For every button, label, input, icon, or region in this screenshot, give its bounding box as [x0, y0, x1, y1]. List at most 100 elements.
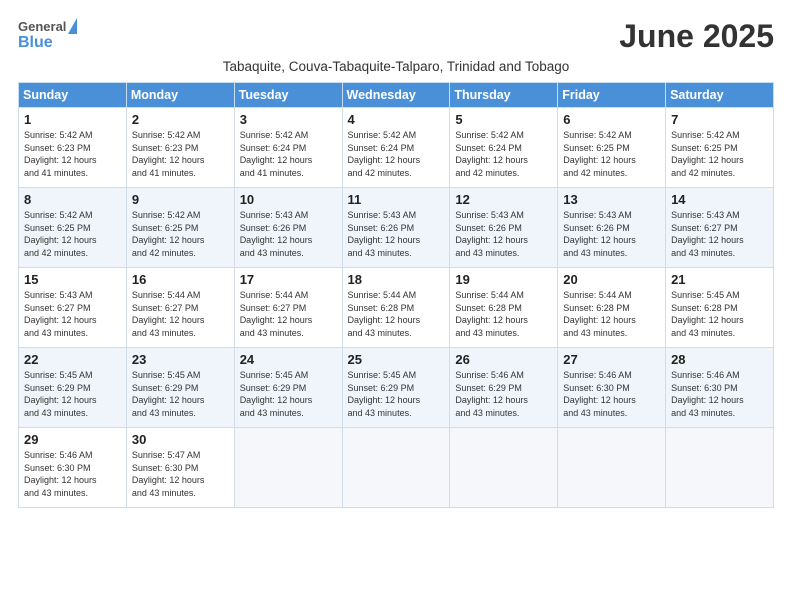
month-title: June 2025 [619, 18, 774, 55]
table-row: 6 Sunrise: 5:42 AM Sunset: 6:25 PM Daylig… [558, 108, 666, 188]
day-number: 25 [348, 352, 445, 367]
col-friday: Friday [558, 83, 666, 108]
table-row: 17 Sunrise: 5:44 AM Sunset: 6:27 PM Dayli… [234, 268, 342, 348]
day-number: 14 [671, 192, 768, 207]
table-row [234, 428, 342, 508]
col-monday: Monday [126, 83, 234, 108]
cell-text: Sunrise: 5:43 AM Sunset: 6:26 PM Dayligh… [563, 209, 660, 259]
table-row: 14 Sunrise: 5:43 AM Sunset: 6:27 PM Dayli… [666, 188, 774, 268]
table-row: 1 Sunrise: 5:42 AM Sunset: 6:23 PM Daylig… [19, 108, 127, 188]
col-saturday: Saturday [666, 83, 774, 108]
header: General Blue June 2025 [18, 18, 774, 55]
col-sunday: Sunday [19, 83, 127, 108]
cell-text: Sunrise: 5:42 AM Sunset: 6:23 PM Dayligh… [24, 129, 121, 179]
cell-text: Sunrise: 5:44 AM Sunset: 6:28 PM Dayligh… [563, 289, 660, 339]
subtitle: Tabaquite, Couva-Tabaquite-Talparo, Trin… [18, 59, 774, 74]
day-number: 17 [240, 272, 337, 287]
table-row: 24Sunrise: 5:45 AM Sunset: 6:29 PM Dayli… [234, 348, 342, 428]
cell-text: Sunrise: 5:46 AM Sunset: 6:30 PM Dayligh… [563, 369, 660, 419]
logo-general: General [18, 19, 66, 34]
day-number: 6 [563, 112, 660, 127]
logo-triangle-icon [68, 18, 77, 34]
day-number: 5 [455, 112, 552, 127]
day-number: 22 [24, 352, 121, 367]
day-number: 10 [240, 192, 337, 207]
cell-text: Sunrise: 5:42 AM Sunset: 6:24 PM Dayligh… [348, 129, 445, 179]
table-row: 10 Sunrise: 5:43 AM Sunset: 6:26 PM Dayli… [234, 188, 342, 268]
day-number: 15 [24, 272, 121, 287]
table-row: 9 Sunrise: 5:42 AM Sunset: 6:25 PM Daylig… [126, 188, 234, 268]
day-number: 28 [671, 352, 768, 367]
calendar-week-row: 15Sunrise: 5:43 AM Sunset: 6:27 PM Dayli… [19, 268, 774, 348]
cell-text: Sunrise: 5:46 AM Sunset: 6:29 PM Dayligh… [455, 369, 552, 419]
table-row: 30Sunrise: 5:47 AM Sunset: 6:30 PM Dayli… [126, 428, 234, 508]
cell-text: Sunrise: 5:44 AM Sunset: 6:28 PM Dayligh… [455, 289, 552, 339]
day-number: 24 [240, 352, 337, 367]
col-tuesday: Tuesday [234, 83, 342, 108]
table-row [558, 428, 666, 508]
cell-text: Sunrise: 5:44 AM Sunset: 6:27 PM Dayligh… [240, 289, 337, 339]
cell-text: Sunrise: 5:45 AM Sunset: 6:29 PM Dayligh… [348, 369, 445, 419]
day-number: 16 [132, 272, 229, 287]
day-number: 29 [24, 432, 121, 447]
cell-text: Sunrise: 5:47 AM Sunset: 6:30 PM Dayligh… [132, 449, 229, 499]
table-row: 2 Sunrise: 5:42 AM Sunset: 6:23 PM Daylig… [126, 108, 234, 188]
table-row: 18 Sunrise: 5:44 AM Sunset: 6:28 PM Dayli… [342, 268, 450, 348]
day-number: 8 [24, 192, 121, 207]
cell-text: Sunrise: 5:46 AM Sunset: 6:30 PM Dayligh… [671, 369, 768, 419]
calendar: Sunday Monday Tuesday Wednesday Thursday… [18, 82, 774, 508]
table-row: 26Sunrise: 5:46 AM Sunset: 6:29 PM Dayli… [450, 348, 558, 428]
table-row: 28 Sunrise: 5:46 AM Sunset: 6:30 PM Dayli… [666, 348, 774, 428]
day-number: 19 [455, 272, 552, 287]
cell-text: Sunrise: 5:46 AM Sunset: 6:30 PM Dayligh… [24, 449, 121, 499]
cell-text: Sunrise: 5:43 AM Sunset: 6:26 PM Dayligh… [348, 209, 445, 259]
table-row: 15Sunrise: 5:43 AM Sunset: 6:27 PM Dayli… [19, 268, 127, 348]
day-number: 1 [24, 112, 121, 127]
cell-text: Sunrise: 5:43 AM Sunset: 6:27 PM Dayligh… [671, 209, 768, 259]
page: General Blue June 2025 Tabaquite, Couva-… [0, 0, 792, 612]
table-row [342, 428, 450, 508]
day-number: 3 [240, 112, 337, 127]
table-row: 29 Sunrise: 5:46 AM Sunset: 6:30 PM Dayli… [19, 428, 127, 508]
cell-text: Sunrise: 5:44 AM Sunset: 6:28 PM Dayligh… [348, 289, 445, 339]
cell-text: Sunrise: 5:42 AM Sunset: 6:25 PM Dayligh… [24, 209, 121, 259]
day-number: 13 [563, 192, 660, 207]
table-row: 21Sunrise: 5:45 AM Sunset: 6:28 PM Dayli… [666, 268, 774, 348]
logo: General Blue [18, 18, 77, 52]
logo-blue: Blue [18, 34, 53, 52]
cell-text: Sunrise: 5:42 AM Sunset: 6:25 PM Dayligh… [132, 209, 229, 259]
table-row: 3 Sunrise: 5:42 AM Sunset: 6:24 PM Daylig… [234, 108, 342, 188]
cell-text: Sunrise: 5:45 AM Sunset: 6:29 PM Dayligh… [132, 369, 229, 419]
table-row [450, 428, 558, 508]
cell-text: Sunrise: 5:42 AM Sunset: 6:23 PM Dayligh… [132, 129, 229, 179]
day-number: 2 [132, 112, 229, 127]
cell-text: Sunrise: 5:43 AM Sunset: 6:26 PM Dayligh… [240, 209, 337, 259]
cell-text: Sunrise: 5:42 AM Sunset: 6:25 PM Dayligh… [563, 129, 660, 179]
table-row: 8 Sunrise: 5:42 AM Sunset: 6:25 PM Daylig… [19, 188, 127, 268]
cell-text: Sunrise: 5:42 AM Sunset: 6:24 PM Dayligh… [240, 129, 337, 179]
table-row: 11Sunrise: 5:43 AM Sunset: 6:26 PM Dayli… [342, 188, 450, 268]
day-number: 7 [671, 112, 768, 127]
day-number: 4 [348, 112, 445, 127]
day-number: 18 [348, 272, 445, 287]
cell-text: Sunrise: 5:45 AM Sunset: 6:29 PM Dayligh… [24, 369, 121, 419]
day-number: 27 [563, 352, 660, 367]
table-row: 20 Sunrise: 5:44 AM Sunset: 6:28 PM Dayli… [558, 268, 666, 348]
day-number: 9 [132, 192, 229, 207]
calendar-header-row: Sunday Monday Tuesday Wednesday Thursday… [19, 83, 774, 108]
calendar-week-row: 29 Sunrise: 5:46 AM Sunset: 6:30 PM Dayli… [19, 428, 774, 508]
table-row: 7 Sunrise: 5:42 AM Sunset: 6:25 PM Daylig… [666, 108, 774, 188]
calendar-week-row: 8 Sunrise: 5:42 AM Sunset: 6:25 PM Daylig… [19, 188, 774, 268]
table-row: 16Sunrise: 5:44 AM Sunset: 6:27 PM Dayli… [126, 268, 234, 348]
table-row: 12Sunrise: 5:43 AM Sunset: 6:26 PM Dayli… [450, 188, 558, 268]
cell-text: Sunrise: 5:43 AM Sunset: 6:26 PM Dayligh… [455, 209, 552, 259]
table-row: 4 Sunrise: 5:42 AM Sunset: 6:24 PM Daylig… [342, 108, 450, 188]
cell-text: Sunrise: 5:45 AM Sunset: 6:28 PM Dayligh… [671, 289, 768, 339]
table-row: 25 Sunrise: 5:45 AM Sunset: 6:29 PM Dayli… [342, 348, 450, 428]
table-row: 5Sunrise: 5:42 AM Sunset: 6:24 PM Daylig… [450, 108, 558, 188]
col-thursday: Thursday [450, 83, 558, 108]
calendar-week-row: 1 Sunrise: 5:42 AM Sunset: 6:23 PM Daylig… [19, 108, 774, 188]
day-number: 20 [563, 272, 660, 287]
cell-text: Sunrise: 5:42 AM Sunset: 6:25 PM Dayligh… [671, 129, 768, 179]
table-row: 27 Sunrise: 5:46 AM Sunset: 6:30 PM Dayli… [558, 348, 666, 428]
